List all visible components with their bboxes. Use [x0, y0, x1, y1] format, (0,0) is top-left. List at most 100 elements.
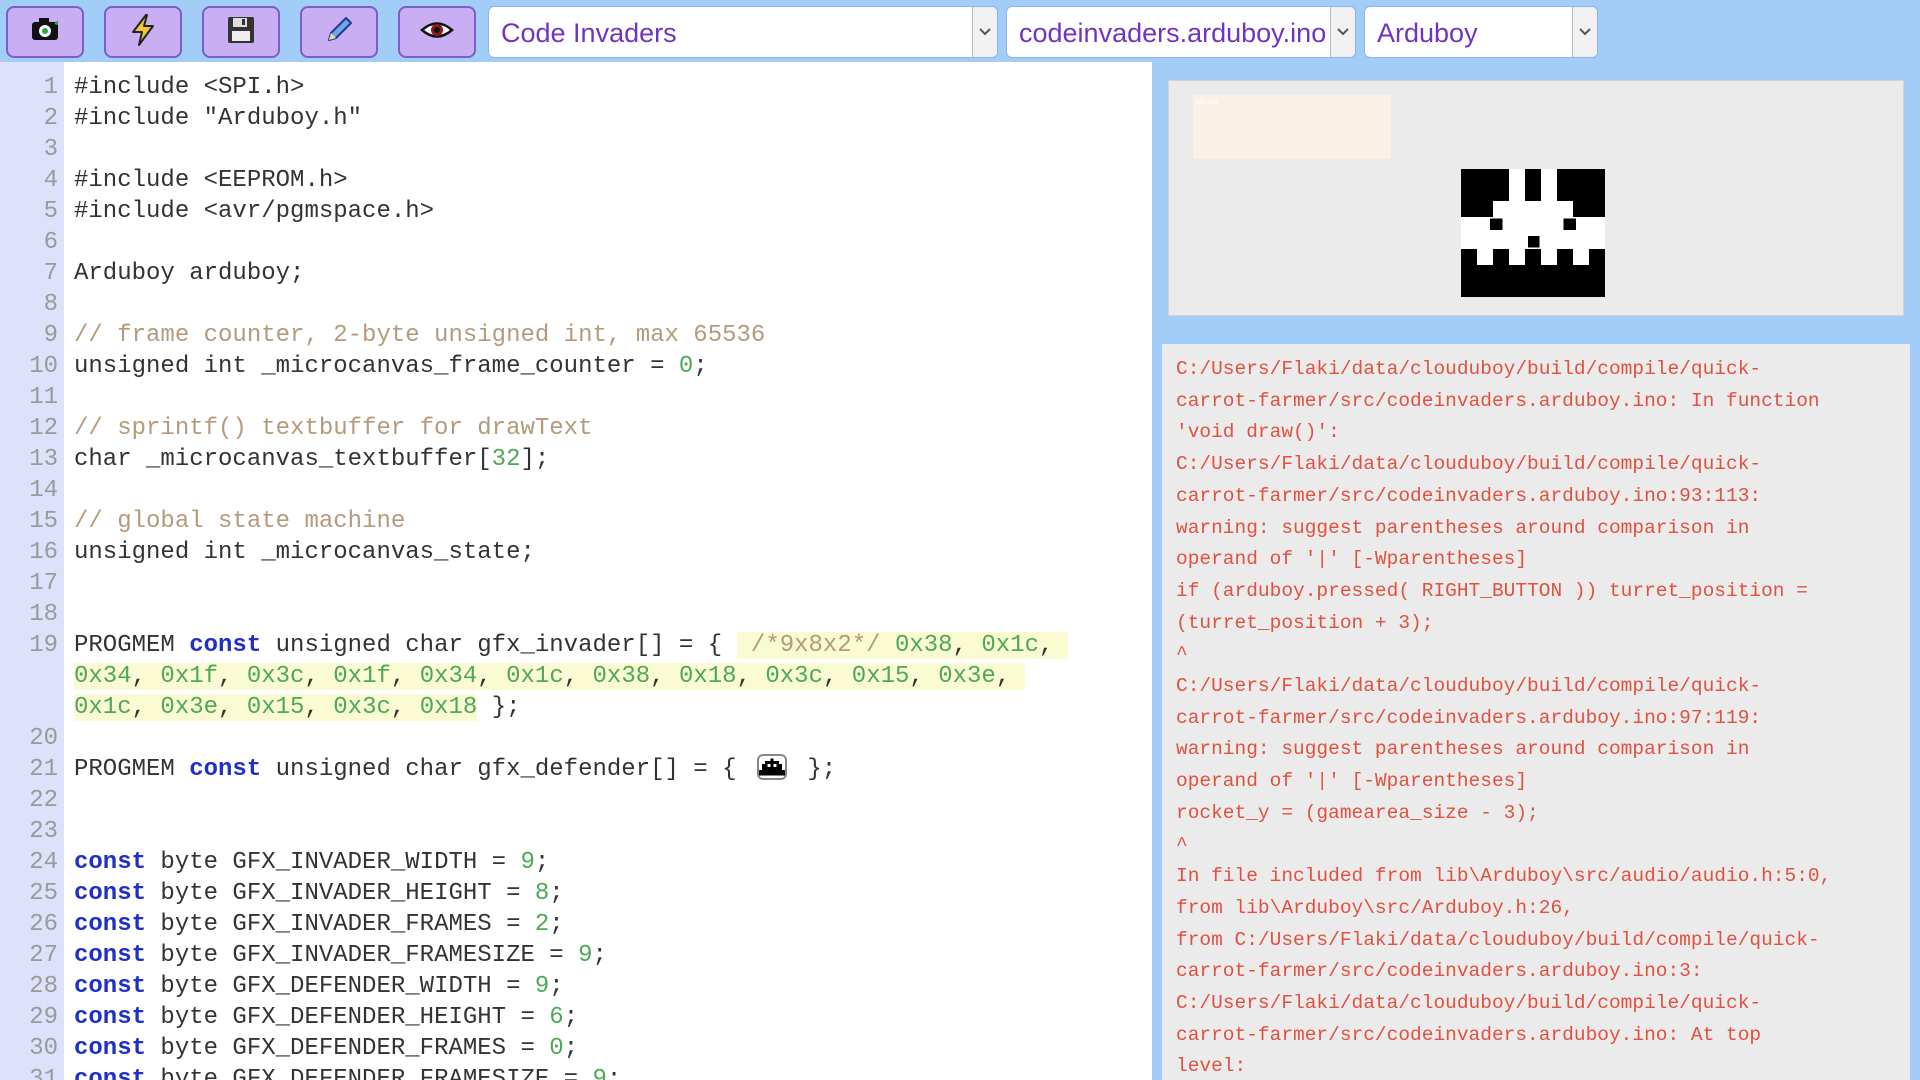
code-line: 15 // global state machine [0, 506, 1152, 537]
project-select[interactable]: Code Invaders [488, 6, 998, 58]
file-select[interactable]: codeinvaders.arduboy.ino [1006, 6, 1356, 58]
code-line: 21 PROGMEM const unsigned char gfx_defend… [0, 753, 1152, 785]
save-button[interactable] [202, 6, 280, 58]
target-select[interactable]: Arduboy [1364, 6, 1598, 58]
line-code: // global state machine [58, 506, 405, 537]
edit-button[interactable] [300, 6, 378, 58]
chevron-down-icon[interactable] [1572, 7, 1597, 57]
line-number: 6 [43, 229, 58, 256]
line-number: 9 [43, 322, 58, 349]
line-number: 15 [29, 508, 58, 535]
keyword: const [74, 942, 147, 969]
highlighted-sprite-data: /*9x8x2*/ 0x38, 0x1c, [736, 632, 1068, 659]
code-line: 25 const byte GFX_INVADER_HEIGHT = 8; [0, 878, 1152, 909]
console-line: rocket_y = (gamearea_size - 3); [1176, 801, 1539, 824]
line-number: 8 [43, 291, 58, 318]
code-number: 9 [520, 849, 535, 876]
highlighted-sprite-data: 0x34, 0x1f, 0x3c, 0x1f, 0x34, 0x1c, 0x38… [74, 663, 1025, 690]
line-number: 29 [29, 1004, 58, 1031]
console-line: carrot-farmer/src/codeinvaders.arduboy.i… [1176, 960, 1703, 983]
code-line: 24 const byte GFX_INVADER_WIDTH = 9; [0, 847, 1152, 878]
code-line: 23 [0, 816, 1152, 847]
code-text: byte GFX_DEFENDER_WIDTH = [146, 973, 535, 1000]
preview-button[interactable] [398, 6, 476, 58]
line-number: 18 [29, 601, 58, 628]
code-number: 0 [678, 353, 694, 380]
code-line: 6 [0, 227, 1152, 258]
console-line: In file included from lib\Arduboy\src/au… [1176, 865, 1832, 888]
line-code: 0x1c, 0x3e, 0x15, 0x3c, 0x18 }; [58, 692, 521, 723]
line-number [0, 661, 58, 692]
flash-button[interactable] [104, 6, 182, 58]
code-line: 28 const byte GFX_DEFENDER_WIDTH = 9; [0, 971, 1152, 1002]
floppy-disk-icon [223, 12, 259, 53]
code-text: ; [549, 880, 564, 907]
code-text: ; [693, 353, 708, 380]
code-text: unsigned char gfx_invader[] = { [261, 632, 737, 659]
code-number: 0x18 [678, 663, 737, 690]
console-line: warning: suggest parentheses around comp… [1176, 516, 1750, 539]
console-line: carrot-farmer/src/codeinvaders.arduboy.i… [1176, 1023, 1762, 1046]
defender-sprite-widget[interactable] [756, 753, 787, 780]
code-text: byte GFX_INVADER_WIDTH = [146, 849, 521, 876]
compiler-output-console[interactable]: C:/Users/Flaki/data/clouduboy/build/comp… [1162, 344, 1910, 1080]
code-line: 12 // sprintf() textbuffer for drawText [0, 413, 1152, 444]
line-code: PROGMEM const unsigned char gfx_invader[… [58, 630, 1068, 661]
console-line: from C:/Users/Flaki/data/clouduboy/build… [1176, 928, 1820, 951]
code-number: 0x1f [333, 663, 391, 690]
code-text: Arduboy arduboy; [74, 260, 305, 287]
code-number: 2 [534, 911, 550, 938]
code-text: unsigned int _microcanvas_frame_counter … [74, 353, 679, 380]
keyword: const [74, 1066, 147, 1080]
line-code: #include <EEPROM.h> [58, 165, 348, 196]
code-text: #include <SPI.h> [74, 74, 305, 101]
line-code: unsigned int _microcanvas_state; [58, 537, 535, 568]
preview-panel: ab ab [1168, 80, 1904, 316]
console-line: C:/Users/Flaki/data/clouduboy/build/comp… [1176, 358, 1762, 380]
code-comment: // global state machine [74, 508, 406, 535]
right-panel: ab ab C:/Users/Flaki/data/clouduboy/buil… [1152, 62, 1920, 1080]
code-line: 2 #include "Arduboy.h" [0, 103, 1152, 134]
console-line: 'void draw()': [1176, 421, 1340, 444]
line-number: 13 [29, 446, 58, 473]
chevron-down-icon[interactable] [972, 7, 997, 57]
console-line: ^ [1176, 643, 1188, 666]
code-line: 10 unsigned int _microcanvas_frame_counte… [0, 351, 1152, 382]
code-number: 0x34 [74, 663, 132, 690]
code-text: #include <EEPROM.h> [74, 167, 348, 194]
code-text: PROGMEM [74, 632, 190, 659]
line-number: 26 [29, 911, 58, 938]
code-number: 0 [549, 1035, 564, 1062]
line-number: 20 [29, 725, 58, 752]
invader-sprite-preview [1461, 169, 1605, 297]
line-code: Arduboy arduboy; [58, 258, 304, 289]
line-number: 5 [43, 198, 58, 225]
run-button[interactable] [6, 6, 84, 58]
code-text: byte GFX_INVADER_FRAMESIZE = [146, 942, 579, 969]
code-text: byte GFX_INVADER_FRAMES = [146, 911, 535, 938]
code-text: #include "Arduboy.h" [74, 105, 363, 132]
code-number: 0x3c [765, 663, 823, 690]
line-code: const byte GFX_INVADER_HEIGHT = 8; [58, 878, 564, 909]
code-number: 9 [578, 942, 593, 969]
code-number: 0x1c [506, 663, 564, 690]
code-number: 0x3c [246, 663, 305, 690]
code-text: ; [606, 1066, 622, 1080]
line-code: const byte GFX_INVADER_FRAMESIZE = 9; [58, 940, 607, 971]
code-editor[interactable]: 1 #include <SPI.h> 2 #include "Arduboy.h" 3 4… [0, 62, 1152, 1080]
line-code: #include "Arduboy.h" [58, 103, 362, 134]
code-text: ; [592, 942, 607, 969]
console-line: if (arduboy.pressed( RIGHT_BUTTON )) tur… [1176, 579, 1808, 602]
lightning-icon [125, 12, 161, 53]
code-number: 9 [534, 973, 550, 1000]
code-text: ]; [520, 446, 550, 473]
code-number: 8 [534, 880, 550, 907]
chevron-down-icon[interactable] [1330, 7, 1355, 57]
line-code: #include <avr/pgmspace.h> [58, 196, 434, 227]
code-text: ; [563, 1004, 579, 1031]
code-number: 0x34 [419, 663, 478, 690]
